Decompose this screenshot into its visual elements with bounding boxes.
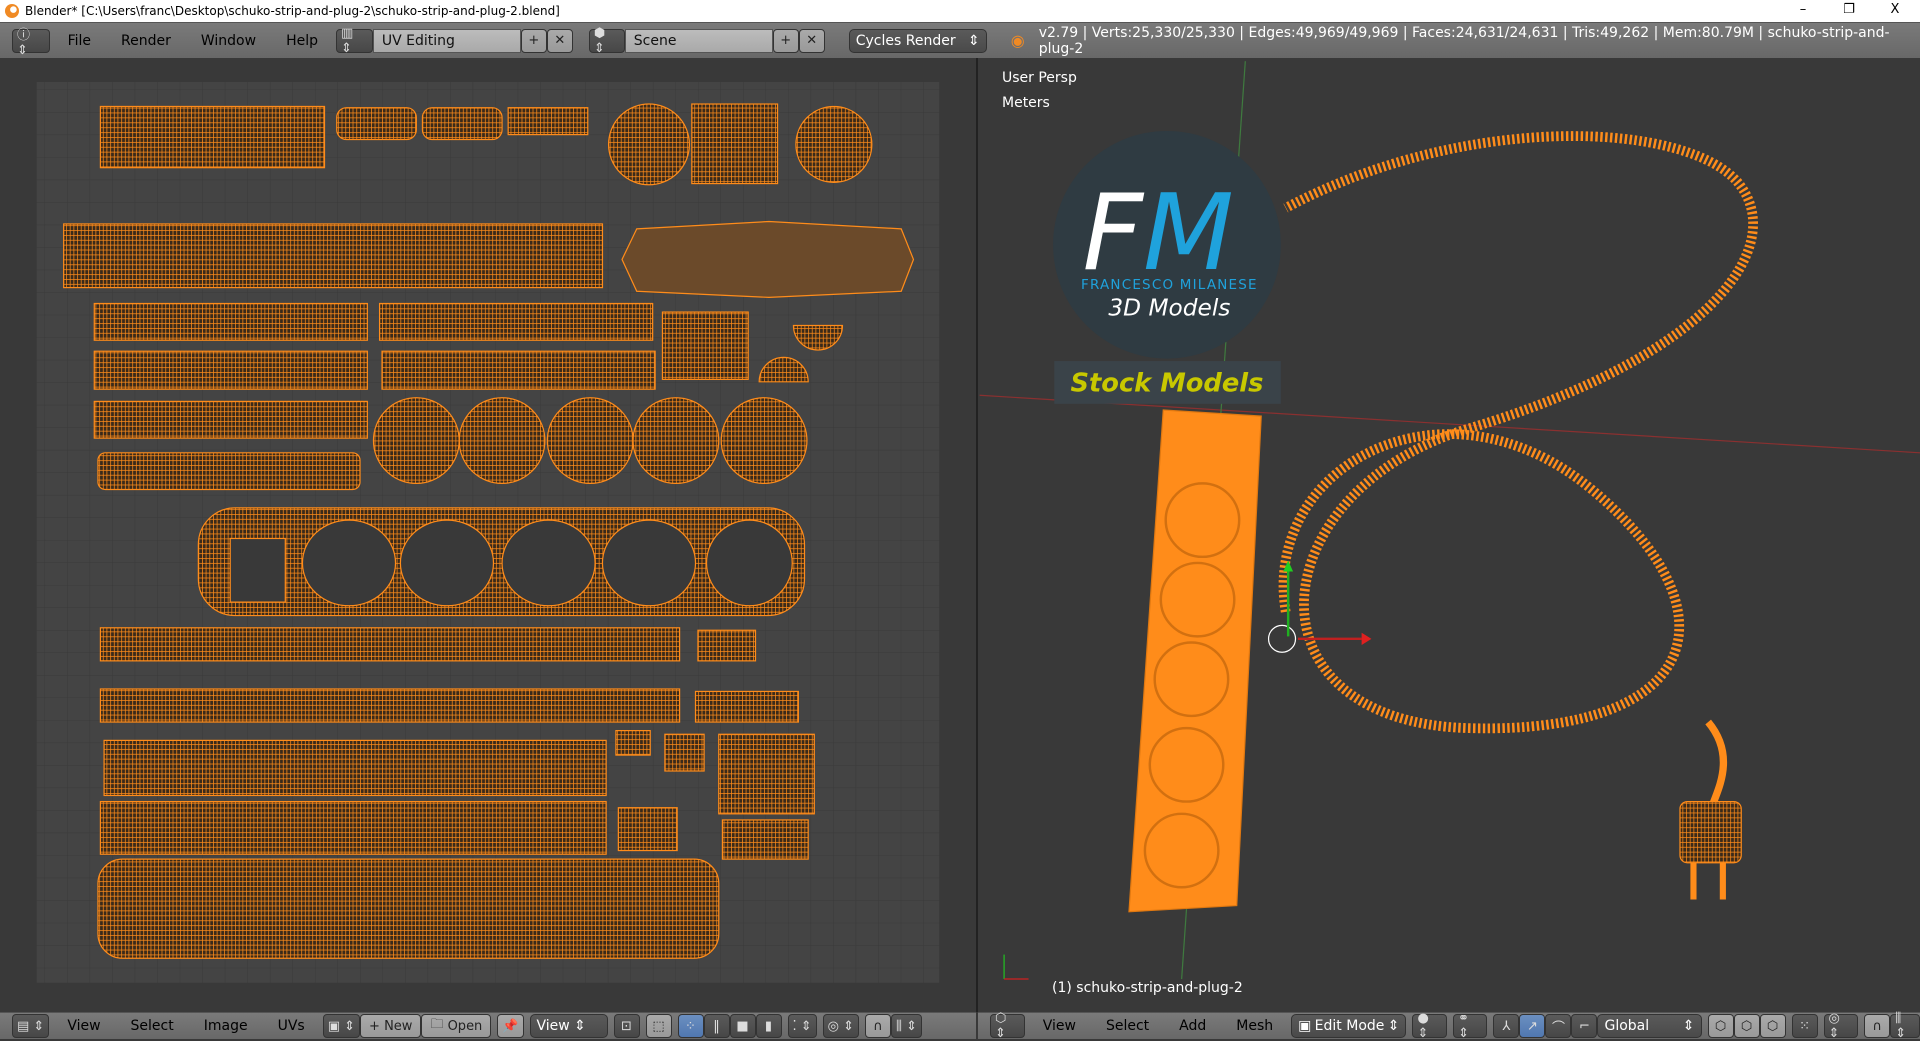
3d-menu-mesh[interactable]: Mesh (1224, 1018, 1285, 1034)
3d-menu-select[interactable]: Select (1094, 1018, 1161, 1034)
3d-viewport[interactable]: User Persp Meters (1) schuko-strip-and-p… (978, 58, 1920, 1012)
render-engine-value: Cycles Render (855, 32, 956, 49)
orientation-value: Global (1604, 1018, 1650, 1034)
3d-editor-type-icon[interactable]: ⬡ ⇕ (990, 1011, 1025, 1041)
snap-icon[interactable]: ∩ (865, 1014, 892, 1038)
pivot-point-icon[interactable]: ⚭ ⇕ (1453, 1011, 1488, 1041)
3d-snap-type-icon[interactable]: ⫼ ⇕ (1890, 1011, 1920, 1041)
view-name: User Persp (1002, 70, 1077, 86)
viewport-shading-icon[interactable]: ● ⇕ (1412, 1011, 1448, 1041)
maximize-button[interactable]: ❐ (1826, 0, 1872, 22)
menu-window[interactable]: Window (189, 33, 268, 49)
updown-icon: ⇕ (1682, 1018, 1695, 1034)
uv-menu-image[interactable]: Image (192, 1018, 260, 1034)
edit-mode-icon: ▣ (1298, 1018, 1312, 1034)
scale-manipulator-icon[interactable]: ⌐ (1571, 1014, 1598, 1038)
sync-selection-icon[interactable]: ⬚ (645, 1014, 672, 1038)
remove-scene-icon[interactable]: ✕ (798, 28, 825, 53)
view-units: Meters (1002, 95, 1050, 111)
uv-menu-select[interactable]: Select (119, 1018, 186, 1034)
vertex-mode-icon[interactable]: ⬡ (1707, 1014, 1734, 1038)
uv-editor[interactable] (0, 58, 976, 1012)
uv-menu-uvs[interactable]: UVs (266, 1018, 317, 1034)
menu-file[interactable]: File (56, 33, 103, 49)
edge-mode-icon[interactable]: ⬡ (1733, 1014, 1760, 1038)
updown-icon: ⇕ (1387, 1018, 1400, 1034)
sticky-select-icon[interactable]: ⁚ ⇕ (787, 1014, 817, 1038)
face-mode-icon[interactable]: ⬡ (1759, 1014, 1786, 1038)
pivot-icon[interactable]: ⊡ (613, 1014, 640, 1038)
folder-icon: 🗀 (430, 1017, 448, 1032)
3d-menu-add[interactable]: Add (1167, 1018, 1218, 1034)
updown-icon: ⇕ (968, 32, 980, 49)
remove-layout-icon[interactable]: ✕ (546, 28, 573, 53)
vertex-select-icon[interactable]: ⁘ (677, 1014, 704, 1038)
active-object-label: (1) schuko-strip-and-plug-2 (1052, 980, 1243, 996)
3d-menu-view[interactable]: View (1031, 1018, 1088, 1034)
scene-field[interactable]: Scene (624, 28, 773, 53)
add-layout-icon[interactable]: + (520, 28, 547, 53)
scene-stats: v2.79 | Verts:25,330/25,330 | Edges:49,9… (1038, 24, 1890, 57)
editor-type-icon[interactable]: ▤ ⇕ (12, 1014, 50, 1038)
3d-proportional-edit-icon[interactable]: ◎ ⇕ (1823, 1011, 1859, 1041)
open-label: Open (447, 1018, 483, 1034)
3d-snap-icon[interactable]: ∩ (1864, 1014, 1891, 1038)
orientation-select[interactable]: Global ⇕ (1597, 1014, 1702, 1038)
close-button[interactable]: X (1872, 0, 1918, 22)
mode-select[interactable]: ▣ Edit Mode ⇕ (1291, 1014, 1407, 1038)
3d-view-header: ⬡ ⇕ View Select Add Mesh ▣ Edit Mode ⇕ ● ⇕… (978, 1011, 1920, 1041)
new-label: New (384, 1018, 413, 1034)
image-browse-icon[interactable]: ▣ ⇕ (322, 1014, 361, 1038)
rotate-manipulator-icon[interactable]: ⌒ (1545, 1014, 1572, 1038)
menu-render[interactable]: Render (109, 33, 183, 49)
mode-value: Edit Mode (1314, 1018, 1385, 1034)
title-bar: Blender* [C:\Users\franc\Desktop\schuko-… (0, 0, 1920, 22)
open-image-button[interactable]: 🗀 Open (421, 1014, 492, 1038)
new-image-button[interactable]: + New (360, 1014, 422, 1038)
translate-manipulator-icon[interactable]: ↗ (1519, 1014, 1546, 1038)
info-header: ⓘ ⇕ File Render Window Help ▥ ⇕ UV Editi… (0, 22, 1920, 58)
snap-type-icon[interactable]: ⫼ ⇕ (891, 1014, 923, 1038)
window-title: Blender* [C:\Users\franc\Desktop\schuko-… (25, 4, 560, 18)
view-mode-value: View (536, 1018, 570, 1034)
blender-logo-icon (5, 4, 19, 18)
add-scene-icon[interactable]: + (772, 28, 799, 53)
face-select-icon[interactable]: ■ (729, 1014, 756, 1038)
proportional-edit-icon[interactable]: ◎ ⇕ (822, 1014, 860, 1038)
menu-help[interactable]: Help (274, 33, 330, 49)
plus-icon: + (369, 1018, 385, 1034)
info-editor-type-icon[interactable]: ⓘ ⇕ (12, 28, 50, 58)
island-select-icon[interactable]: ▮ (755, 1014, 782, 1038)
screen-layout-field[interactable]: UV Editing (372, 28, 521, 53)
edge-select-icon[interactable]: ‖ (703, 1014, 730, 1038)
uv-menu-view[interactable]: View (55, 1018, 112, 1034)
uv-editor-header: ▤ ⇕ View Select Image UVs ▣ ⇕ + New 🗀 Op… (0, 1012, 976, 1039)
layout-icon[interactable]: ▥ ⇕ (336, 26, 373, 56)
scene-icon[interactable]: ⬢ ⇕ (588, 26, 625, 56)
minimize-button[interactable]: – (1780, 0, 1826, 22)
limit-selection-icon[interactable]: ⁙ (1791, 1014, 1818, 1038)
pin-icon[interactable]: 📌 (497, 1014, 524, 1038)
blender-logo-icon: ◉ (1010, 31, 1025, 50)
manipulator-icon[interactable]: ⅄ (1493, 1014, 1520, 1038)
view-mode-select[interactable]: View ⇕ (529, 1014, 608, 1038)
render-engine-select[interactable]: Cycles Render ⇕ (848, 28, 987, 53)
